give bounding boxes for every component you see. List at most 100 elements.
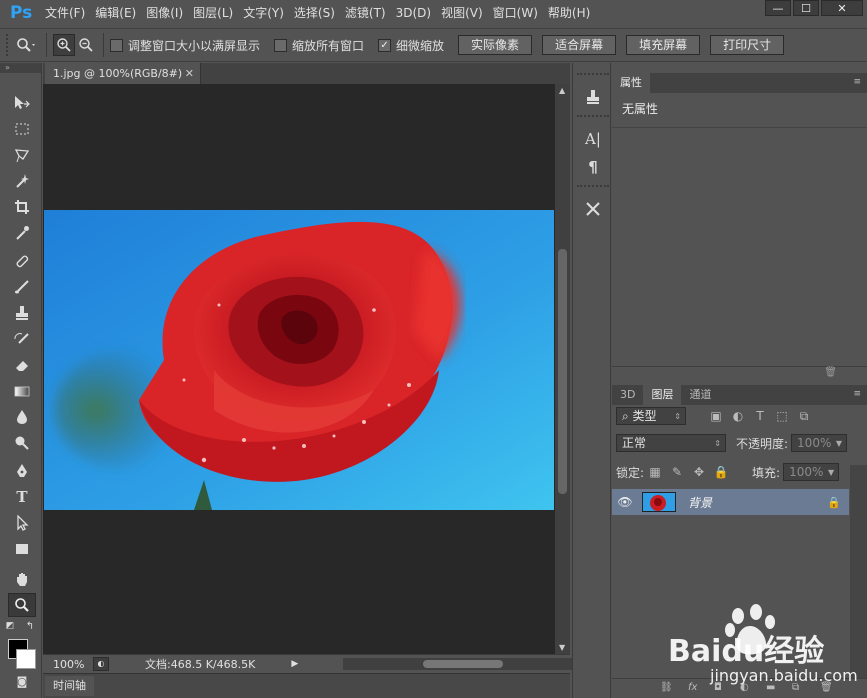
vertical-scrollbar[interactable]: ▲ ▼ (555, 84, 570, 654)
menu-layer[interactable]: 图层(L) (188, 0, 238, 26)
zoom-level[interactable]: 100% (53, 658, 93, 671)
menu-image[interactable]: 图像(I) (141, 0, 188, 26)
dock-grip[interactable] (577, 185, 609, 189)
menu-view[interactable]: 视图(V) (436, 0, 488, 26)
layer-row[interactable]: 👁 背景 🔒 (612, 489, 849, 515)
fill-input[interactable]: 100% ▼ (783, 463, 840, 481)
scroll-down-icon[interactable]: ▼ (559, 643, 565, 652)
clone-stamp-tool-icon[interactable] (8, 301, 36, 325)
document-tab-title: 1.jpg @ 100%(RGB/8#) (53, 67, 183, 80)
menu-edit[interactable]: 编辑(E) (90, 0, 141, 26)
pen-tool-icon[interactable] (8, 459, 36, 483)
history-brush-tool-icon[interactable] (8, 327, 36, 351)
dock-grip[interactable] (577, 115, 609, 119)
lasso-tool-icon[interactable] (8, 143, 36, 167)
status-bar: 100% ◐ 文档:468.5 K/468.5K ▶ (43, 654, 593, 673)
blend-row: 正常 ⇕ 不透明度: 100% ▼ (616, 432, 848, 454)
document-tab[interactable]: 1.jpg @ 100%(RGB/8#) ✕ (45, 63, 201, 84)
checkbox-box[interactable] (110, 38, 123, 52)
eraser-tool-icon[interactable] (8, 353, 36, 377)
zoom-tool-icon[interactable] (8, 593, 36, 617)
zoom-all-windows-checkbox[interactable]: 缩放所有窗口 (274, 37, 364, 54)
filter-pixel-icon[interactable]: ▣ (708, 409, 724, 423)
eyedropper-tool-icon[interactable] (8, 221, 36, 245)
hand-tool-icon[interactable] (8, 567, 36, 591)
dodge-tool-icon[interactable] (8, 431, 36, 455)
swap-colors-icon[interactable]: ↰ (22, 619, 38, 633)
marquee-tool-icon[interactable] (8, 117, 36, 141)
menu-type[interactable]: 文字(Y) (238, 0, 289, 26)
close-button[interactable]: ✕ (821, 0, 863, 16)
dock-grip[interactable] (577, 73, 609, 77)
zoom-in-icon[interactable] (53, 34, 75, 56)
background-color-swatch[interactable] (16, 649, 36, 669)
menu-select[interactable]: 选择(S) (289, 0, 340, 26)
opacity-input[interactable]: 100% ▼ (791, 434, 848, 452)
actual-pixels-button[interactable]: 实际像素 (458, 35, 533, 55)
filter-smart-object-icon[interactable]: ⧉ (796, 409, 812, 424)
scroll-up-icon[interactable]: ▲ (559, 86, 565, 95)
brush-tool-icon[interactable] (8, 275, 36, 299)
menu-3d[interactable]: 3D(D) (391, 0, 436, 26)
print-size-button[interactable]: 打印尺寸 (710, 35, 785, 55)
gradient-tool-icon[interactable] (8, 379, 36, 403)
checkmark-icon[interactable]: ✓ (378, 38, 392, 52)
lock-all-icon[interactable]: 🔒 (713, 465, 729, 479)
tab-channels[interactable]: 通道 (681, 385, 719, 405)
panel-menu-icon[interactable]: ≡ (853, 389, 861, 399)
status-preview-icon[interactable]: ◐ (93, 657, 109, 671)
zoom-tool-preset-icon[interactable] (12, 34, 40, 56)
default-colors-icon[interactable]: ◩ (2, 619, 18, 633)
crop-tool-icon[interactable] (8, 195, 36, 219)
type-tool-icon[interactable]: T (8, 485, 36, 509)
maximize-button[interactable]: ☐ (793, 0, 819, 16)
blend-mode-select[interactable]: 正常 ⇕ (616, 434, 726, 452)
close-tab-icon[interactable]: ✕ (185, 63, 194, 84)
horizontal-scrollbar[interactable] (343, 658, 593, 670)
blur-tool-icon[interactable] (8, 405, 36, 429)
scrubby-zoom-checkbox[interactable]: ✓ 细微缩放 (378, 37, 444, 54)
rectangle-tool-icon[interactable] (8, 537, 36, 561)
quick-mask-icon[interactable]: ◙ (8, 669, 36, 693)
tab-properties[interactable]: 属性 (612, 73, 650, 93)
filter-type-icon[interactable]: T (752, 409, 768, 423)
fit-screen-button[interactable]: 适合屏幕 (542, 35, 617, 55)
menu-window[interactable]: 窗口(W) (488, 0, 543, 26)
tab-layers[interactable]: 图层 (643, 385, 682, 405)
scrollbar-thumb[interactable] (558, 249, 567, 494)
menu-file[interactable]: 文件(F) (40, 0, 90, 26)
lock-transparent-icon[interactable]: ▦ (647, 465, 663, 479)
lock-pixels-icon[interactable]: ✎ (669, 465, 685, 479)
zoom-out-icon[interactable] (75, 34, 97, 56)
minimize-button[interactable]: — (765, 0, 791, 16)
layer-filter-select[interactable]: ⌕ 类型 ⇕ (616, 407, 686, 425)
paragraph-panel-icon[interactable]: ¶ (579, 155, 607, 179)
resize-windows-checkbox[interactable]: 调整窗口大小以满屏显示 (110, 37, 260, 54)
collapsed-panels-dock: A| ¶ (572, 63, 611, 698)
scrollbar-thumb[interactable] (423, 660, 503, 668)
timeline-tab[interactable]: 时间轴 (45, 676, 94, 696)
fill-screen-button[interactable]: 填充屏幕 (626, 35, 701, 55)
menu-filter[interactable]: 滤镜(T) (340, 0, 391, 26)
trash-icon[interactable]: 🗑 (824, 367, 837, 378)
tools-crossed-icon[interactable] (579, 197, 607, 221)
filter-adjustment-icon[interactable]: ◐ (730, 409, 746, 423)
layer-name[interactable]: 背景 (688, 494, 712, 511)
menu-help[interactable]: 帮助(H) (543, 0, 595, 26)
magic-wand-tool-icon[interactable] (8, 169, 36, 193)
tab-3d[interactable]: 3D (612, 385, 643, 405)
eye-icon[interactable]: 👁 (612, 495, 638, 509)
tool-presets-icon[interactable] (579, 85, 607, 109)
panel-menu-icon[interactable]: ≡ (853, 77, 861, 87)
collapse-arrows-icon[interactable]: » (0, 63, 41, 73)
character-panel-icon[interactable]: A| (579, 127, 607, 151)
checkbox-box[interactable] (274, 38, 288, 52)
chevron-down-icon: ▼ (827, 468, 835, 477)
path-selection-tool-icon[interactable] (8, 511, 36, 535)
move-tool-icon[interactable] (8, 91, 36, 115)
status-menu-arrow-icon[interactable]: ▶ (291, 659, 298, 669)
lock-position-icon[interactable]: ✥ (691, 465, 707, 479)
filter-shape-icon[interactable]: ⬚ (774, 409, 790, 423)
properties-body (612, 127, 867, 370)
healing-brush-tool-icon[interactable] (8, 249, 36, 273)
